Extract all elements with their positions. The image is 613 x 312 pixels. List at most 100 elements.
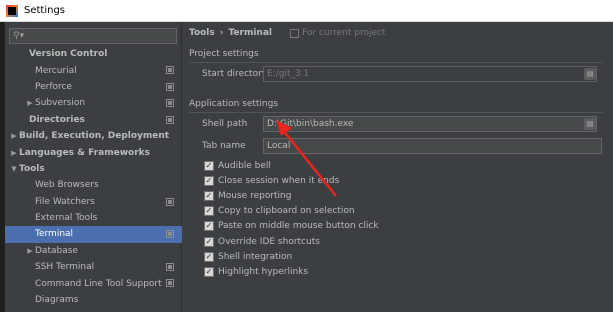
window-edge — [603, 22, 613, 312]
checkbox-icon[interactable]: ✓ — [204, 236, 214, 247]
breadcrumb-separator: › — [219, 28, 224, 38]
sidebar-item-web-browsers[interactable]: Web Browsers — [5, 177, 182, 193]
sidebar-item-label: Command Line Tool Support — [35, 278, 162, 289]
browse-folder-icon[interactable]: ▤ — [584, 118, 596, 130]
shell-path-value: D:\Git\bin\bash.exe — [267, 119, 354, 129]
sidebar-item-label: External Tools — [35, 213, 98, 224]
checkbox-close-session-when-it-ends[interactable]: ✓ Close session when it ends — [204, 176, 340, 187]
window-title: Settings — [24, 5, 66, 16]
tab-name-value: Local — [267, 141, 291, 151]
divider — [189, 112, 608, 113]
sidebar-item-label: Languages & Frameworks — [19, 147, 151, 158]
search-input[interactable]: ⚲▾ — [9, 28, 177, 44]
checkbox-paste-on-middle-mouse-button-click[interactable]: ✓ Paste on middle mouse button click — [204, 221, 379, 232]
sidebar-item-diagrams[interactable]: Diagrams — [5, 292, 182, 308]
breadcrumb-tools[interactable]: Tools — [189, 28, 215, 38]
divider — [189, 62, 608, 63]
start-directory-value: E:/git_3.1 — [267, 69, 310, 79]
project-level-icon — [166, 263, 174, 272]
project-level-icon — [166, 230, 174, 239]
checkbox-audible-bell[interactable]: ✓ Audible bell — [204, 161, 271, 171]
expand-arrow-icon[interactable]: ▶ — [9, 132, 19, 140]
expand-arrow-icon[interactable]: ▶ — [9, 149, 19, 157]
checkbox-icon[interactable]: ✓ — [204, 206, 214, 217]
browse-folder-icon[interactable]: ▤ — [584, 68, 596, 80]
checkbox-highlight-hyperlinks[interactable]: ✓ Highlight hyperlinks — [204, 266, 309, 277]
project-level-icon — [166, 279, 174, 288]
sidebar-item-terminal[interactable]: Terminal — [5, 226, 182, 243]
sidebar-item-label: Subversion — [35, 98, 86, 109]
sidebar-item-label: Perforce — [35, 81, 73, 92]
checkbox-copy-to-clipboard-on-selection[interactable]: ✓ Copy to clipboard on selection — [204, 206, 355, 217]
expand-arrow-icon[interactable]: ▶ — [25, 247, 35, 255]
sidebar-item-version-control[interactable]: Version Control — [5, 46, 182, 62]
sidebar-item-label: SSH Terminal — [35, 262, 95, 273]
tab-name-label: Tab name — [202, 141, 246, 151]
checkbox-icon[interactable]: ✓ — [204, 161, 214, 171]
application-settings-title: Application settings — [189, 99, 279, 109]
sidebar-item-directories[interactable]: Directories — [5, 112, 182, 128]
settings-sidebar: ⚲▾ Version Control Mercurial Perforce ▶ Subv… — [5, 22, 182, 312]
sidebar-item-perforce[interactable]: Perforce — [5, 79, 182, 95]
checkbox-mouse-reporting[interactable]: ✓ Mouse reporting — [204, 191, 292, 202]
sidebar-item-label: Directories — [29, 114, 85, 125]
checkbox-override-ide-shortcuts[interactable]: ✓ Override IDE shortcuts — [204, 236, 320, 247]
sidebar-item-label: Tools — [19, 163, 45, 174]
tab-name-field[interactable]: Local — [263, 138, 602, 154]
checkbox-label: Shell integration — [218, 251, 293, 262]
checkbox-icon[interactable]: ✓ — [204, 221, 214, 232]
expand-arrow-icon[interactable]: ▶ — [25, 99, 35, 107]
checkbox-label: Paste on middle mouse button click — [218, 221, 379, 232]
project-level-icon — [166, 197, 174, 206]
checkbox-icon[interactable]: ✓ — [204, 266, 214, 277]
sidebar-item-label: Mercurial — [35, 65, 77, 76]
settings-content: Tools › Terminal For current project Pro… — [183, 22, 613, 312]
breadcrumb-terminal: Terminal — [228, 28, 272, 38]
checkbox-label: Override IDE shortcuts — [218, 236, 320, 247]
app-logo-icon — [6, 4, 18, 17]
project-scope-note: For current project — [290, 28, 386, 38]
sidebar-item-subversion[interactable]: ▶ Subversion — [5, 95, 182, 111]
sidebar-item-file-watchers[interactable]: File Watchers — [5, 194, 182, 210]
shell-path-label: Shell path — [202, 119, 248, 129]
start-directory-label: Start directory — [202, 69, 268, 79]
project-scope-label: For current project — [302, 28, 386, 38]
sidebar-item-database[interactable]: ▶ Database — [5, 243, 182, 259]
sidebar-item-external-tools[interactable]: External Tools — [5, 210, 182, 226]
sidebar-item-label: Build, Execution, Deployment — [19, 131, 170, 142]
checkbox-icon[interactable]: ✓ — [204, 251, 214, 262]
sidebar-item-label: Database — [35, 245, 78, 256]
breadcrumb: Tools › Terminal For current project — [189, 28, 386, 38]
checkbox-label: Audible bell — [218, 161, 271, 171]
expand-arrow-icon[interactable]: ▼ — [9, 165, 19, 173]
sidebar-item-label: Diagrams — [35, 295, 79, 306]
checkbox-icon[interactable]: ✓ — [204, 191, 214, 202]
start-directory-field[interactable]: E:/git_3.1 ▤ — [263, 66, 597, 82]
sidebar-item-languages-frameworks[interactable]: ▶ Languages & Frameworks — [5, 144, 182, 160]
sidebar-item-label: File Watchers — [35, 196, 95, 207]
sidebar-item-label: Version Control — [29, 49, 108, 60]
checkbox-label: Mouse reporting — [218, 191, 292, 202]
checkbox-label: Copy to clipboard on selection — [218, 206, 355, 217]
shell-path-field[interactable]: D:\Git\bin\bash.exe ▤ — [263, 116, 597, 132]
checkbox-label: Highlight hyperlinks — [218, 266, 309, 277]
project-level-icon — [166, 66, 174, 75]
sidebar-item-label: Web Browsers — [35, 180, 99, 191]
title-bar: Settings — [0, 0, 613, 22]
checkbox-label: Close session when it ends — [218, 176, 340, 187]
sidebar-item-mercurial[interactable]: Mercurial — [5, 62, 182, 78]
project-level-icon — [166, 115, 174, 124]
project-icon — [290, 28, 299, 38]
sidebar-item-tools[interactable]: ▼ Tools — [5, 161, 182, 177]
sidebar-item-ssh-terminal[interactable]: SSH Terminal — [5, 259, 182, 275]
sidebar-item-build-execution-deployment[interactable]: ▶ Build, Execution, Deployment — [5, 128, 182, 144]
sidebar-item-command-line-tool-support[interactable]: Command Line Tool Support — [5, 275, 182, 291]
settings-tree: Version Control Mercurial Perforce ▶ Subvers… — [5, 46, 182, 308]
sidebar-item-label: Terminal — [35, 229, 74, 240]
project-level-icon — [166, 99, 174, 108]
checkbox-shell-integration[interactable]: ✓ Shell integration — [204, 251, 293, 262]
project-settings-title: Project settings — [189, 49, 259, 59]
checkbox-icon[interactable]: ✓ — [204, 176, 214, 187]
project-level-icon — [166, 82, 174, 91]
search-icon: ⚲▾ — [13, 31, 25, 41]
